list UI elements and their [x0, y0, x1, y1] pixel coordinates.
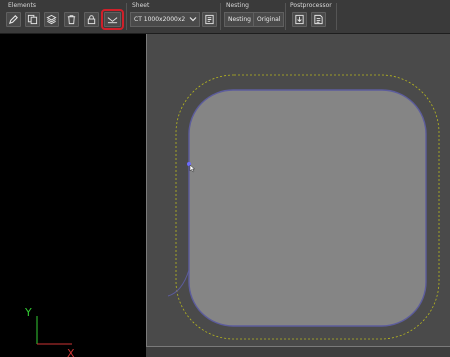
lead-in-button[interactable] [101, 9, 124, 30]
lead-in-icon [107, 17, 118, 24]
postprocessor-group-title: Postprocessor [290, 2, 332, 9]
lock-icon [87, 15, 96, 25]
sheet-select[interactable]: CT 1000x2000x2 [130, 12, 200, 27]
sheet-select-value: CT 1000x2000x2 [134, 16, 186, 23]
nesting-group: Nesting Nesting Original [224, 2, 285, 31]
model-space[interactable] [0, 34, 146, 357]
elements-group: Elements [6, 2, 124, 31]
export-icon [295, 14, 304, 25]
layers-button[interactable] [44, 12, 59, 27]
edit-button[interactable] [6, 12, 21, 27]
report-button[interactable] [311, 12, 326, 27]
start-point-marker[interactable] [187, 162, 191, 166]
sheet-group-title: Sheet [132, 2, 150, 9]
export-button[interactable] [292, 12, 307, 27]
delete-button[interactable] [64, 12, 79, 27]
report-icon [314, 14, 323, 25]
part-shape[interactable] [188, 89, 427, 327]
toolbar-separator [336, 3, 337, 30]
toolbar-separator [220, 3, 221, 30]
layers-icon [46, 14, 57, 25]
trash-icon [67, 15, 76, 25]
chevron-down-icon [189, 17, 197, 22]
copy-icon [27, 14, 38, 25]
status-strip [146, 347, 450, 357]
pencil-icon [8, 15, 18, 25]
toolbar-separator [126, 3, 127, 30]
sheet-icon [205, 14, 214, 25]
copy-button[interactable] [25, 12, 40, 27]
nesting-group-title: Nesting [226, 2, 249, 9]
elements-group-title: Elements [8, 2, 36, 9]
postprocessor-group: Postprocessor [290, 2, 340, 31]
lock-button[interactable] [84, 12, 99, 27]
nesting-button[interactable]: Nesting [224, 12, 255, 27]
toolbar: Elements Sheet CT 1000x2000x2 Nesting Ne… [0, 0, 450, 34]
sheet-group: Sheet CT 1000x2000x2 [130, 2, 220, 31]
sheet-extra-button[interactable] [202, 12, 217, 27]
toolbar-separator [285, 3, 286, 30]
original-button[interactable]: Original [253, 12, 285, 27]
